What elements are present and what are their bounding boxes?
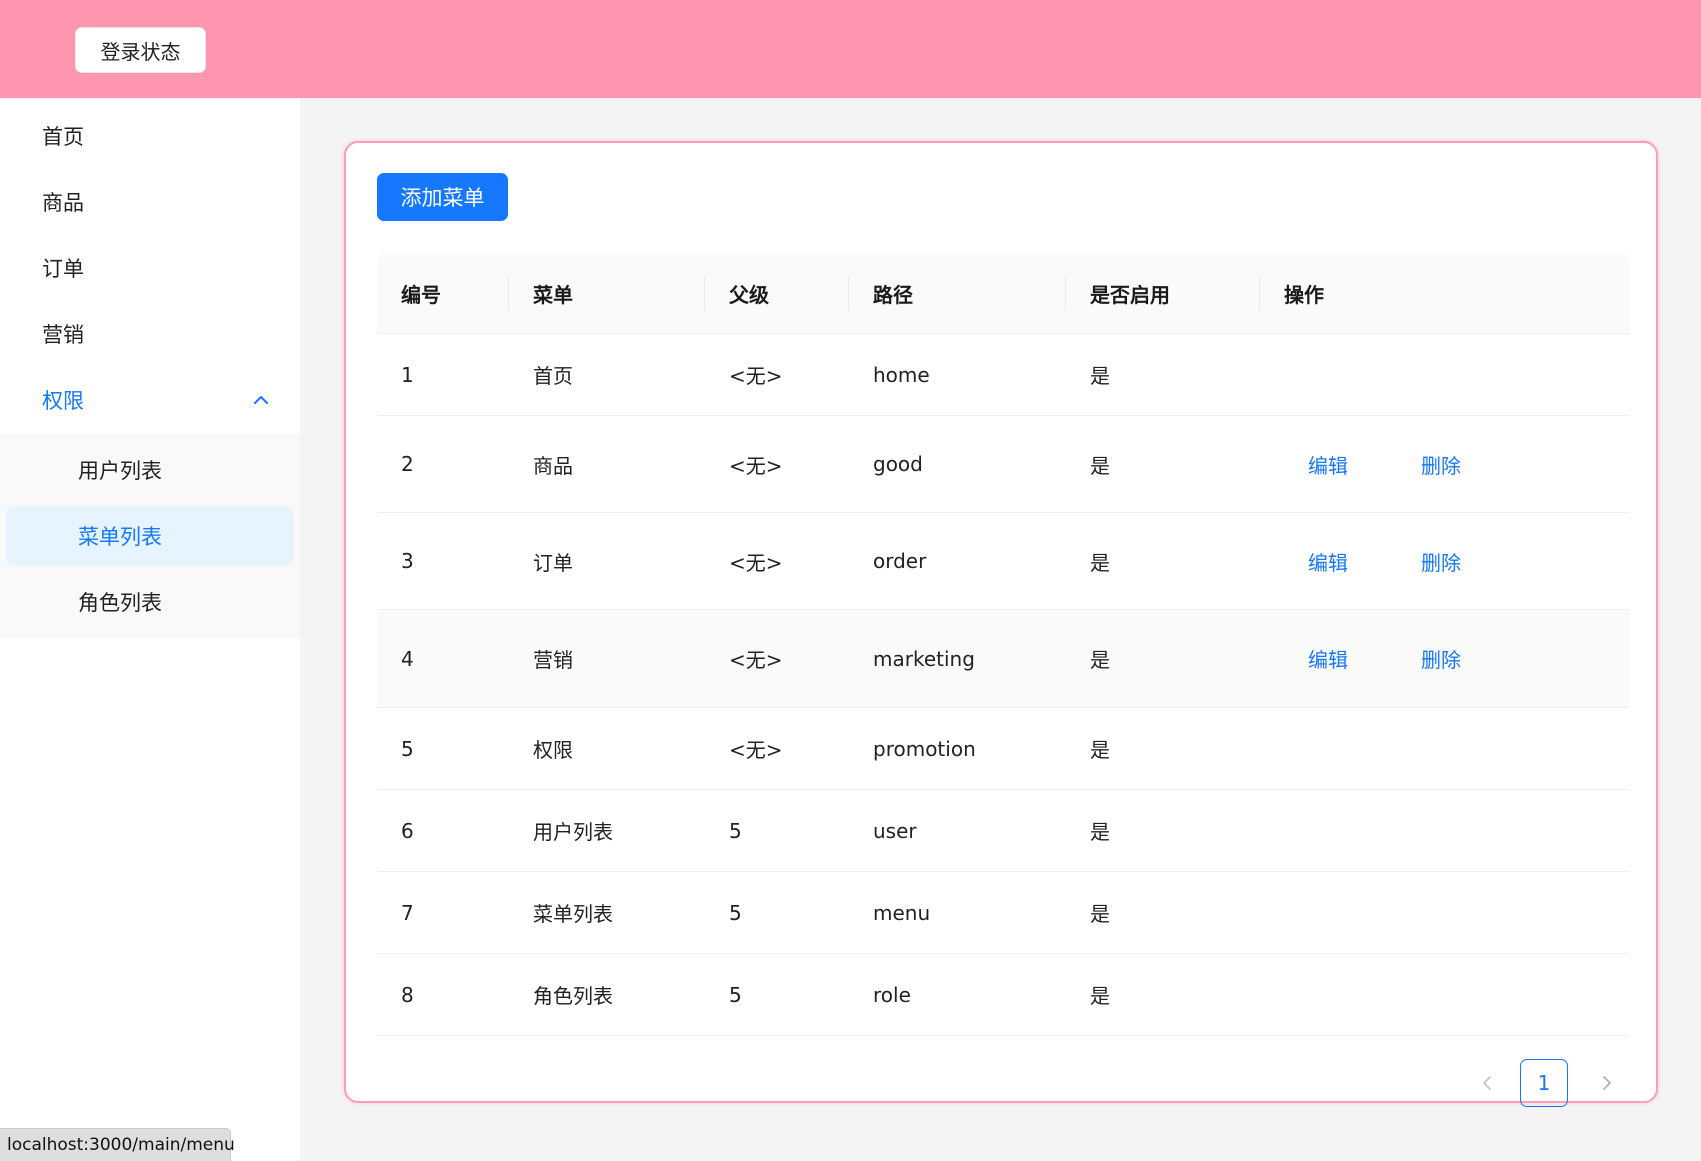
cell-menu: 权限: [533, 738, 573, 762]
cell-parent: <无>: [729, 453, 783, 478]
column-header-parent: 父级: [729, 283, 769, 307]
cell-parent: <无>: [729, 364, 783, 388]
cell-menu: 商品: [533, 453, 573, 478]
column-divider: [1065, 276, 1066, 311]
sidebar-item-label: 商品: [42, 191, 84, 215]
cell-path: menu: [873, 900, 931, 925]
browser-status-url: localhost:3000/main/menu: [0, 1128, 235, 1161]
chevron-right-icon[interactable]: [1596, 1072, 1618, 1094]
edit-link[interactable]: 编辑: [1308, 416, 1348, 512]
cell-id: 4: [401, 646, 414, 671]
cell-path: marketing: [873, 646, 975, 671]
table-row: 5 权限 <无> promotion 是: [377, 708, 1629, 790]
cell-id: 6: [401, 818, 414, 843]
sidebar-subitem-menu-list[interactable]: 菜单列表: [6, 506, 294, 566]
cell-menu: 菜单列表: [533, 902, 613, 926]
sidebar-subitem-label: 用户列表: [78, 459, 162, 483]
cell-parent: 5: [729, 982, 742, 1007]
permissions-submenu: 用户列表 菜单列表 角色列表: [0, 434, 300, 638]
cell-id: 2: [401, 452, 414, 476]
sidebar-subitem-user-list[interactable]: 用户列表: [6, 440, 294, 500]
sidebar-subitem-role-list[interactable]: 角色列表: [6, 572, 294, 632]
delete-link[interactable]: 删除: [1421, 416, 1461, 512]
table-row: 2 商品 <无> good 是 编辑 删除: [377, 416, 1629, 513]
sidebar-item-label: 营销: [42, 323, 84, 347]
cell-parent: <无>: [729, 550, 783, 575]
delete-link[interactable]: 删除: [1421, 513, 1461, 609]
cell-path: promotion: [873, 736, 976, 761]
chevron-left-icon[interactable]: [1476, 1072, 1498, 1094]
column-header-actions: 操作: [1284, 283, 1324, 307]
sidebar-item-permissions[interactable]: 权限: [0, 367, 300, 433]
column-divider: [508, 276, 509, 311]
cell-enabled: 是: [1090, 820, 1110, 844]
cell-parent: <无>: [729, 738, 783, 762]
cell-id: 3: [401, 549, 414, 573]
column-header-enabled: 是否启用: [1090, 283, 1170, 307]
cell-menu: 营销: [533, 648, 573, 672]
table-header: 编号 菜单 父级 路径 是否启用 操作: [377, 253, 1629, 334]
table-row: 1 首页 <无> home 是: [377, 334, 1629, 416]
cell-enabled: 是: [1090, 453, 1110, 478]
login-status-button[interactable]: 登录状态: [75, 27, 206, 73]
table-row: 6 用户列表 5 user 是: [377, 790, 1629, 872]
sidebar-item-label: 订单: [42, 257, 84, 281]
cell-path: good: [873, 452, 923, 476]
column-header-id: 编号: [401, 283, 441, 307]
sidebar-item-orders[interactable]: 订单: [0, 235, 300, 301]
edit-link[interactable]: 编辑: [1308, 513, 1348, 609]
cell-id: 1: [401, 362, 414, 387]
edit-link[interactable]: 编辑: [1308, 610, 1348, 707]
cell-enabled: 是: [1090, 364, 1110, 388]
add-menu-button[interactable]: 添加菜单: [377, 173, 508, 221]
cell-id: 5: [401, 736, 414, 761]
chevron-up-icon[interactable]: [252, 391, 270, 409]
cell-parent: 5: [729, 900, 742, 925]
cell-enabled: 是: [1090, 550, 1110, 575]
sidebar-item-goods[interactable]: 商品: [0, 169, 300, 235]
cell-menu: 首页: [533, 364, 573, 388]
cell-enabled: 是: [1090, 984, 1110, 1008]
cell-path: home: [873, 362, 930, 387]
cell-menu: 用户列表: [533, 820, 613, 844]
cell-path: role: [873, 982, 911, 1007]
sidebar-item-marketing[interactable]: 营销: [0, 301, 300, 367]
cell-enabled: 是: [1090, 738, 1110, 762]
column-divider: [848, 276, 849, 311]
table-row: 7 菜单列表 5 menu 是: [377, 872, 1629, 954]
column-header-menu: 菜单: [533, 283, 573, 307]
cell-enabled: 是: [1090, 648, 1110, 672]
cell-id: 7: [401, 900, 414, 925]
sidebar-item-label: 权限: [42, 389, 84, 413]
delete-link[interactable]: 删除: [1421, 610, 1461, 707]
cell-menu: 角色列表: [533, 984, 613, 1008]
column-header-path: 路径: [873, 283, 913, 307]
cell-parent: 5: [729, 818, 742, 843]
pagination-page-button[interactable]: 1: [1520, 1059, 1568, 1107]
cell-menu: 订单: [533, 550, 573, 575]
menu-table-card: 添加菜单 编号 菜单 父级 路径 是否启用 操作 1 首页 <无> home 是…: [344, 141, 1658, 1107]
cell-enabled: 是: [1090, 902, 1110, 926]
table-row: 8 角色列表 5 role 是: [377, 954, 1629, 1036]
column-divider: [1259, 276, 1260, 311]
column-divider: [704, 276, 705, 311]
table-row: 4 营销 <无> marketing 是 编辑 删除: [377, 610, 1629, 708]
sidebar-subitem-label: 角色列表: [78, 591, 162, 615]
cell-path: user: [873, 818, 917, 843]
sidebar-item-label: 首页: [42, 125, 84, 149]
cell-id: 8: [401, 982, 414, 1007]
top-header: 登录状态: [0, 0, 1701, 98]
cell-parent: <无>: [729, 648, 783, 672]
table-row: 3 订单 <无> order 是 编辑 删除: [377, 513, 1629, 610]
sidebar-item-home[interactable]: 首页: [0, 103, 300, 169]
cell-path: order: [873, 549, 927, 573]
sidebar-subitem-label: 菜单列表: [78, 525, 162, 549]
